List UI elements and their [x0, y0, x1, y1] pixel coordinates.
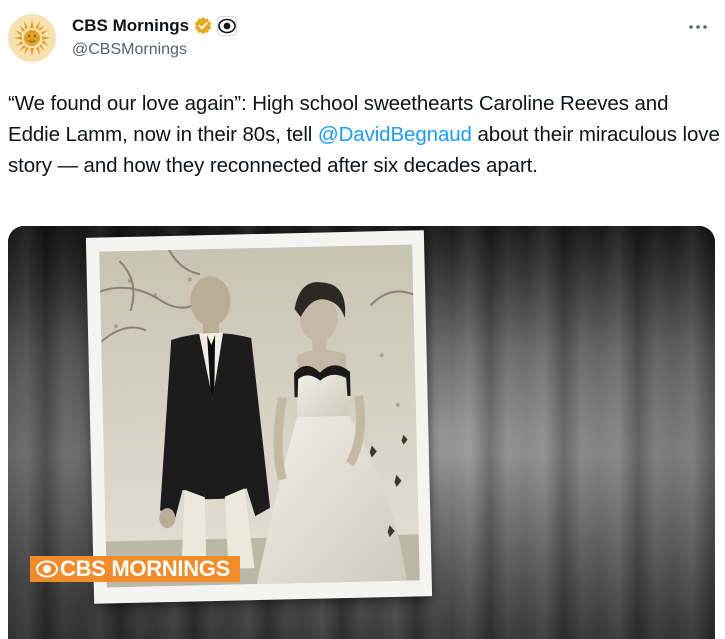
handle[interactable]: @CBSMornings	[72, 41, 187, 59]
video-media[interactable]: CBS MORNINGS	[8, 226, 715, 639]
vintage-photo-frame	[85, 230, 433, 604]
tweet-card: CBS Mornings @CBSMornings “We found our …	[0, 0, 725, 639]
cbs-mornings-logo: CBS MORNINGS	[30, 556, 240, 582]
tweet-text: “We found our love again”: High school s…	[8, 88, 720, 181]
logo-text: CBS MORNINGS	[60, 556, 230, 581]
sun-logo-icon	[8, 14, 56, 62]
verified-badge-icon[interactable]	[193, 16, 213, 36]
display-name[interactable]: CBS Mornings	[72, 16, 189, 36]
more-options-icon[interactable]	[685, 14, 711, 40]
mention-link[interactable]: @DavidBegnaud	[318, 123, 472, 146]
name-row: CBS Mornings	[72, 14, 238, 38]
vintage-couple-photo	[99, 244, 420, 588]
avatar[interactable]	[8, 14, 56, 62]
cbs-eye-icon[interactable]	[217, 16, 238, 36]
cbs-eye-logo-icon	[36, 558, 58, 580]
